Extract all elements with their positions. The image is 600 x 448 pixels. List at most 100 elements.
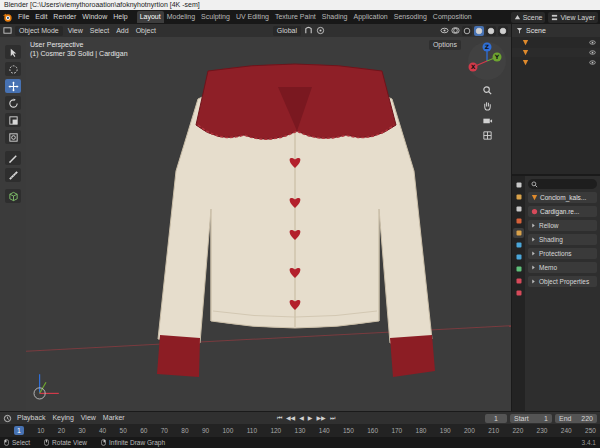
snap-icon[interactable]	[304, 26, 313, 35]
eye-icon[interactable]	[589, 39, 596, 46]
editor-type-icon[interactable]	[3, 26, 12, 35]
timeline-menu[interactable]: View	[79, 412, 98, 424]
property-tab[interactable]	[513, 192, 524, 202]
viewport-menu[interactable]: View	[66, 25, 85, 37]
menu-item[interactable]: Help	[110, 10, 130, 24]
viewport-menu[interactable]: Object	[134, 25, 158, 37]
property-tab[interactable]	[513, 288, 524, 298]
tool-button[interactable]	[5, 62, 21, 76]
mode-dropdown[interactable]: Object Mode	[15, 26, 63, 36]
shading-mode-button[interactable]	[498, 26, 508, 36]
property-tab[interactable]	[513, 204, 524, 214]
outliner-row[interactable]	[512, 48, 600, 57]
property-tab-icon	[515, 289, 523, 297]
tool-button[interactable]	[5, 168, 21, 182]
playhead[interactable]: 1	[14, 426, 24, 435]
eye-icon[interactable]	[589, 49, 596, 56]
frame-ruler[interactable]: 1102030405060708090100110120130140150160…	[0, 424, 600, 437]
proportional-icon[interactable]	[316, 26, 325, 35]
property-tab[interactable]	[513, 228, 524, 238]
workspace-tab[interactable]: UV Editing	[233, 11, 272, 23]
transform-icon	[8, 132, 19, 143]
viewport-menu[interactable]: Add	[114, 25, 130, 37]
name-field[interactable]: Cardigan.re...	[528, 206, 597, 217]
tool-button[interactable]	[5, 45, 21, 59]
tool-button[interactable]	[5, 151, 21, 165]
tool-button[interactable]	[5, 189, 21, 203]
playback-button[interactable]: ▶▶	[315, 413, 326, 423]
timeline-menu[interactable]: Keying	[50, 412, 75, 424]
camera-icon[interactable]	[482, 115, 493, 126]
cardigan-model[interactable]	[150, 59, 440, 379]
end-frame-field[interactable]: End220	[555, 414, 597, 423]
workspace-tab[interactable]: Application	[351, 11, 391, 23]
properties-search[interactable]	[528, 179, 597, 189]
current-frame-field[interactable]: 1	[485, 414, 507, 423]
property-tab[interactable]	[513, 264, 524, 274]
view-layer-field[interactable]: View Layer	[548, 12, 598, 23]
workspace-tab[interactable]: Layout	[137, 11, 164, 23]
menu-item[interactable]: Edit	[32, 10, 50, 24]
workspace-tab[interactable]: Composition	[430, 11, 475, 23]
frame-tick: 60	[140, 426, 147, 435]
blender-logo-icon[interactable]	[2, 12, 13, 23]
frame-tick: 170	[391, 426, 402, 435]
grid-icon[interactable]	[482, 130, 493, 141]
sphere-icon	[463, 27, 471, 35]
playback-button[interactable]: ▶	[307, 413, 314, 423]
zoom-icon[interactable]	[482, 85, 493, 96]
scene-field[interactable]: Scene	[511, 12, 546, 23]
clock-icon[interactable]	[3, 414, 12, 423]
gizmo-axis[interactable]: Y	[493, 53, 502, 62]
workspace-tab[interactable]: Shading	[319, 11, 351, 23]
eye-icon[interactable]	[589, 59, 596, 66]
shading-mode-button[interactable]	[462, 26, 472, 36]
playback-button[interactable]: ◀◀	[285, 413, 296, 423]
property-tab[interactable]	[513, 240, 524, 250]
panel-header[interactable]: Object Properties	[528, 276, 597, 287]
orientation-dropdown[interactable]: Global	[273, 26, 301, 36]
panel-header[interactable]: Shading	[528, 234, 597, 245]
playback-button[interactable]: ⏭	[329, 413, 336, 423]
hand-icon[interactable]	[482, 100, 493, 111]
viewport-menu[interactable]: Select	[88, 25, 111, 37]
shading-mode-button[interactable]	[474, 26, 484, 36]
menu-item[interactable]: File	[15, 10, 32, 24]
filter-icon[interactable]	[516, 27, 523, 34]
status-hint: Select	[4, 439, 30, 446]
tool-button[interactable]	[5, 79, 21, 93]
playback-button[interactable]: ◀	[298, 413, 305, 423]
property-tab[interactable]	[513, 216, 524, 226]
timeline-menu[interactable]: Playback	[15, 412, 47, 424]
outliner-row[interactable]	[512, 38, 600, 47]
options-button[interactable]: Options	[429, 40, 461, 50]
panel-header[interactable]: Rellow	[528, 220, 597, 231]
panel-header[interactable]: Protections	[528, 248, 597, 259]
gizmo-axis[interactable]: Z	[483, 43, 492, 52]
menu-item[interactable]: Window	[79, 10, 110, 24]
workspace-tab[interactable]: Modeling	[164, 11, 198, 23]
tool-button[interactable]	[5, 96, 21, 110]
outliner-row[interactable]	[512, 58, 600, 67]
overlays-icon[interactable]	[451, 26, 460, 35]
start-frame-field[interactable]: Start1	[510, 414, 552, 423]
workspace-tab[interactable]: Texture Paint	[272, 11, 319, 23]
tool-button[interactable]	[5, 113, 21, 127]
3d-viewport[interactable]: User Perspective(1) Cosmer 3D Solid | Ca…	[26, 37, 511, 411]
name-field[interactable]: Conclom_kals...	[528, 192, 597, 203]
playback-button[interactable]: ⏮	[276, 413, 283, 423]
axis-gizmo[interactable]: ZY X	[465, 41, 509, 81]
panel-header[interactable]: Memo	[528, 262, 597, 273]
tool-button[interactable]	[5, 130, 21, 144]
svg-text:Y: Y	[494, 53, 500, 60]
workspace-tab[interactable]: Sculpting	[198, 11, 233, 23]
timeline-menu[interactable]: Marker	[101, 412, 127, 424]
workspace-tab[interactable]: Sensoding	[391, 11, 430, 23]
visibility-icon[interactable]	[440, 26, 449, 35]
property-tab[interactable]	[513, 180, 524, 190]
menu-item[interactable]: Render	[50, 10, 79, 24]
property-tab[interactable]	[513, 276, 524, 286]
shading-mode-button[interactable]	[486, 26, 496, 36]
property-tab[interactable]	[513, 252, 524, 262]
gizmo-axis[interactable]: X	[469, 63, 478, 72]
